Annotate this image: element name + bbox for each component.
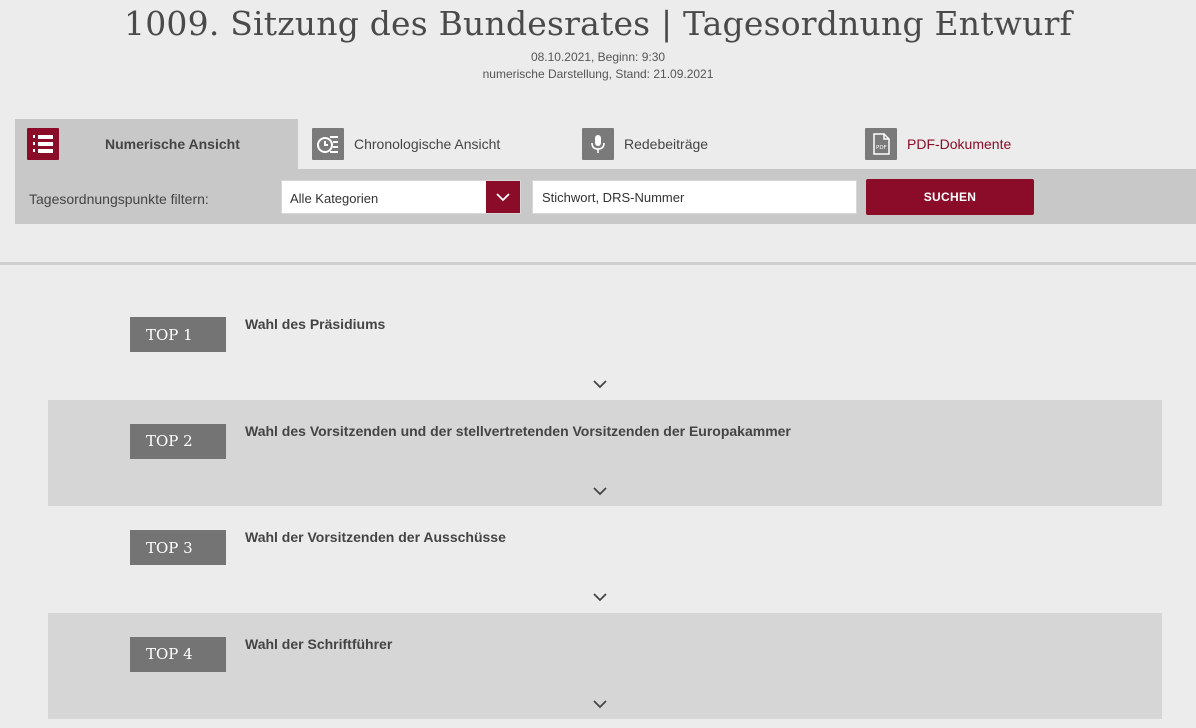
status-line: numerische Darstellung, Stand: 21.09.202… (482, 67, 714, 81)
agenda-item-title: Wahl des Vorsitzenden und der stellvertr… (245, 422, 791, 439)
agenda-item-title: Wahl des Präsidiums (245, 316, 386, 332)
chevron-down-icon[interactable] (592, 699, 608, 709)
top-badge: TOP 2 (130, 423, 226, 459)
clock-list-icon (312, 128, 344, 160)
top-badge: TOP 1 (130, 317, 226, 352)
tab-label: Chronologische Ansicht (354, 136, 501, 152)
tab-label: Numerische Ansicht (105, 136, 240, 152)
page-title: 1009. Sitzung des Bundesrates | Tagesord… (124, 4, 1072, 43)
search-input[interactable] (532, 180, 857, 214)
page-header: 1009. Sitzung des Bundesrates | Tagesord… (0, 0, 1196, 83)
svg-text:PDF: PDF (876, 145, 887, 151)
tab-chronologische-ansicht[interactable]: Chronologische Ansicht (298, 119, 582, 169)
chevron-down-icon[interactable] (486, 181, 520, 213)
numbered-list-icon (27, 128, 59, 160)
session-date: 08.10.2021, Beginn: 9:30 (530, 50, 666, 64)
microphone-icon (582, 128, 614, 160)
tab-numerische-ansicht[interactable]: Numerische Ansicht (15, 119, 298, 169)
agenda-item-title: Wahl der Vorsitzenden der Ausschüsse (245, 529, 506, 545)
agenda-item-title: Wahl der Schriftführer (245, 635, 393, 652)
filter-label: Tagesordnungspunkte filtern: (29, 191, 209, 207)
tab-label: PDF-Dokumente (907, 136, 1012, 152)
chevron-down-icon[interactable] (592, 592, 608, 602)
pdf-icon: PDF (865, 128, 897, 160)
chevron-down-icon[interactable] (592, 379, 608, 389)
chevron-down-icon[interactable] (592, 486, 608, 496)
tab-redebeitraege[interactable]: Redebeiträge (582, 119, 865, 169)
search-button[interactable]: SUCHEN (866, 179, 1034, 215)
agenda-item[interactable]: TOP 2 Wahl des Vorsitzenden und der stel… (48, 399, 1162, 506)
agenda-item[interactable]: TOP 1 Wahl des Präsidiums (48, 293, 1162, 400)
tab-pdf-dokumente[interactable]: PDF PDF-Dokumente (865, 119, 1165, 169)
page: 1009. Sitzung des Bundesrates | Tagesord… (0, 0, 1196, 728)
category-select-value: Alle Kategorien (290, 191, 379, 206)
tab-label: Redebeiträge (624, 136, 709, 152)
agenda-item[interactable]: TOP 3 Wahl der Vorsitzenden der Ausschüs… (48, 506, 1162, 613)
agenda-list: TOP 1 Wahl des Präsidiums TOP 2 Wahl des… (48, 293, 1162, 719)
top-badge: TOP 4 (130, 636, 226, 672)
view-tabs: Numerische Ansicht Chronologische Ansich… (15, 119, 1196, 169)
agenda-item[interactable]: TOP 4 Wahl der Schriftführer (48, 612, 1162, 719)
divider (0, 262, 1196, 265)
category-select[interactable]: Alle Kategorien (281, 180, 521, 214)
top-badge: TOP 3 (130, 530, 226, 565)
filter-bar: Tagesordnungspunkte filtern: Alle Katego… (15, 169, 1196, 224)
